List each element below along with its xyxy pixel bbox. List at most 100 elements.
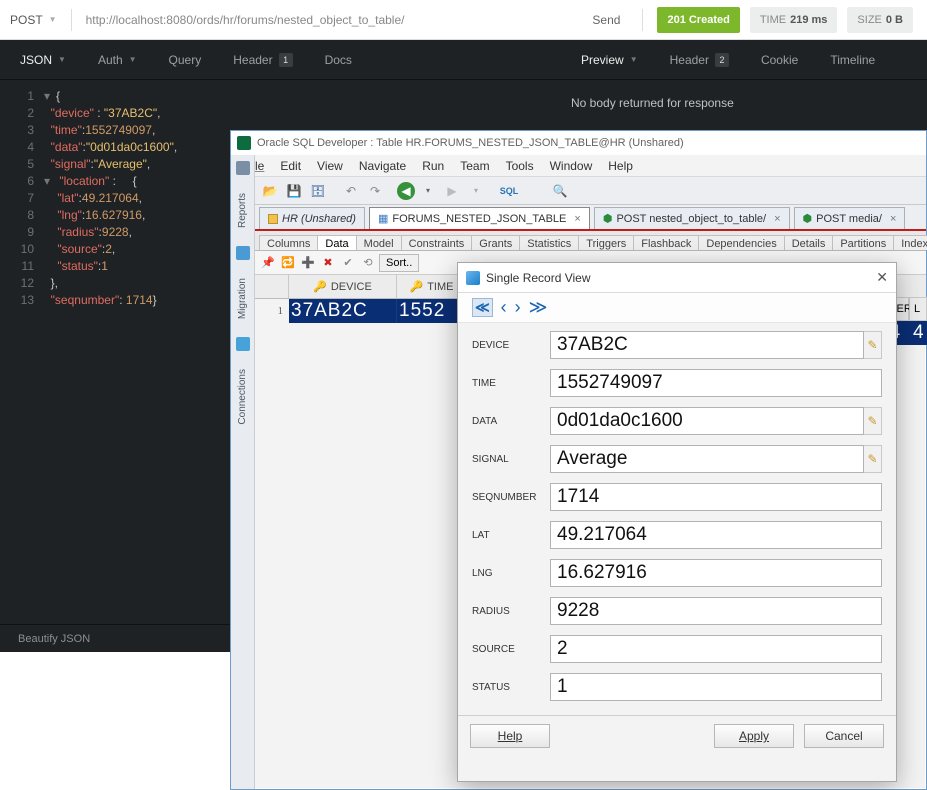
doc-tab-hr[interactable]: HR (Unshared) xyxy=(259,207,365,229)
tab-docs[interactable]: Docs xyxy=(309,40,368,80)
menu-tools[interactable]: Tools xyxy=(498,159,542,173)
send-button[interactable]: Send xyxy=(570,13,642,27)
menu-help[interactable]: Help xyxy=(600,159,641,173)
doc-tab-p1[interactable]: ⬢ POST nested_object_to_table/ × xyxy=(594,207,790,229)
refresh-icon[interactable]: 🔁 xyxy=(279,256,297,269)
add-row-icon[interactable]: ➕ xyxy=(299,256,317,269)
tab-header[interactable]: Header 1 xyxy=(217,40,308,80)
time-field[interactable]: 1552749097 xyxy=(550,369,882,397)
side-tab-connections[interactable]: Connections xyxy=(237,363,248,431)
cell-frag[interactable]: 4 xyxy=(909,321,927,345)
subtab-statistics[interactable]: Statistics xyxy=(519,235,579,250)
close-icon[interactable]: × xyxy=(574,213,580,225)
side-dock: Reports Migration Connections xyxy=(231,155,255,789)
key-icon: 🔑 xyxy=(410,280,424,293)
close-icon[interactable]: × xyxy=(890,213,896,225)
subtab-flashback[interactable]: Flashback xyxy=(633,235,699,250)
edit-icon[interactable]: ✎ xyxy=(864,331,882,359)
subtab-constraints[interactable]: Constraints xyxy=(401,235,473,250)
subtab-triggers[interactable]: Triggers xyxy=(578,235,634,250)
side-tab-reports[interactable]: Reports xyxy=(237,187,248,234)
pin-icon[interactable]: 📌 xyxy=(259,256,277,269)
side-tab-migration[interactable]: Migration xyxy=(237,272,248,325)
seqnumber-field[interactable]: 1714 xyxy=(550,483,882,511)
device-field[interactable]: 37AB2C xyxy=(550,331,864,359)
radius-field[interactable]: 9228 xyxy=(550,597,882,625)
signal-field[interactable]: Average xyxy=(550,445,864,473)
field-row-device: DEVICE 37AB2C ✎ xyxy=(472,331,882,359)
search-icon[interactable]: 🔍 xyxy=(549,180,571,202)
menu-view[interactable]: View xyxy=(309,159,351,173)
doc-tab-p2[interactable]: ⬢ POST media/ × xyxy=(794,207,906,229)
edit-icon[interactable]: ✎ xyxy=(864,445,882,473)
col-device[interactable]: 🔑DEVICE xyxy=(289,275,397,298)
tab-query[interactable]: Query xyxy=(153,40,218,80)
tab-json[interactable]: JSON ▼ xyxy=(4,40,82,80)
menu-team[interactable]: Team xyxy=(452,159,497,173)
subtab-indexes[interactable]: Indexes xyxy=(893,235,927,250)
tab-auth-label: Auth xyxy=(98,53,123,67)
field-label: TIME xyxy=(472,378,550,389)
source-field[interactable]: 2 xyxy=(550,635,882,663)
subtab-data[interactable]: Data xyxy=(317,235,356,250)
window-titlebar[interactable]: Oracle SQL Developer : Table HR.FORUMS_N… xyxy=(231,131,926,155)
col-frag[interactable]: L xyxy=(909,297,927,321)
next-record-icon[interactable]: › xyxy=(515,297,521,318)
menu-run[interactable]: Run xyxy=(414,159,452,173)
cell-device[interactable]: 37AB2C xyxy=(289,299,397,323)
subtab-partitions[interactable]: Partitions xyxy=(832,235,894,250)
help-button[interactable]: Help xyxy=(470,724,550,748)
menu-navigate[interactable]: Navigate xyxy=(351,159,414,173)
open-icon[interactable]: 📂 xyxy=(259,180,281,202)
time-value: 219 ms xyxy=(790,14,827,26)
tab-cookie[interactable]: Cookie xyxy=(745,40,814,80)
beautify-json-button[interactable]: Beautify JSON xyxy=(18,633,90,645)
sort-button[interactable]: Sort.. xyxy=(379,254,419,272)
apply-button[interactable]: Apply xyxy=(714,724,794,748)
delete-row-icon[interactable]: ✖ xyxy=(319,256,337,269)
field-label: LAT xyxy=(472,530,550,541)
subtab-details[interactable]: Details xyxy=(784,235,834,250)
worksheet-icon xyxy=(268,214,278,224)
http-method-select[interactable]: POST ▼ xyxy=(0,13,71,27)
saveall-icon[interactable]: 🗄 xyxy=(307,180,329,202)
back-menu-icon[interactable]: ▾ xyxy=(417,180,439,202)
status-field[interactable]: 1 xyxy=(550,673,882,701)
dialog-titlebar[interactable]: Single Record View ✕ xyxy=(458,263,896,293)
forward-icon[interactable]: ▶ xyxy=(441,180,463,202)
last-record-icon[interactable]: ≫ xyxy=(529,297,548,318)
sql-icon[interactable]: SQL xyxy=(498,180,520,202)
data-field[interactable]: 0d01da0c1600 xyxy=(550,407,864,435)
edit-icon[interactable]: ✎ xyxy=(864,407,882,435)
subtab-dependencies[interactable]: Dependencies xyxy=(698,235,784,250)
subtab-grants[interactable]: Grants xyxy=(471,235,520,250)
prev-record-icon[interactable]: ‹ xyxy=(501,297,507,318)
close-icon[interactable]: × xyxy=(774,213,780,225)
tab-timeline[interactable]: Timeline xyxy=(814,40,891,80)
lng-field[interactable]: 16.627916 xyxy=(550,559,882,587)
menu-edit[interactable]: Edit xyxy=(272,159,309,173)
tab-preview[interactable]: Preview ▼ xyxy=(565,40,654,80)
subtab-columns[interactable]: Columns xyxy=(259,235,318,250)
forward-menu-icon[interactable]: ▾ xyxy=(465,180,487,202)
lat-field[interactable]: 49.217064 xyxy=(550,521,882,549)
commit-icon[interactable]: ✔ xyxy=(339,256,357,269)
cancel-button[interactable]: Cancel xyxy=(804,724,884,748)
menu-window[interactable]: Window xyxy=(542,159,601,173)
dock-icon[interactable] xyxy=(236,246,250,260)
tab-resp-header[interactable]: Header 2 xyxy=(654,40,745,80)
close-icon[interactable]: ✕ xyxy=(876,269,888,286)
save-icon[interactable]: 💾 xyxy=(283,180,305,202)
tab-auth[interactable]: Auth ▼ xyxy=(82,40,153,80)
doc-tab-active[interactable]: ▦ FORUMS_NESTED_JSON_TABLE × xyxy=(369,207,590,229)
back-icon[interactable]: ◀ xyxy=(397,182,415,200)
request-url-input[interactable]: http://localhost:8080/ords/hr/forums/nes… xyxy=(72,13,571,27)
first-record-icon[interactable]: ≪ xyxy=(472,298,493,317)
redo-icon[interactable]: ↷ xyxy=(364,180,386,202)
undo-icon[interactable]: ↶ xyxy=(340,180,362,202)
dialog-icon xyxy=(466,271,480,285)
subtab-model[interactable]: Model xyxy=(356,235,402,250)
rollback-icon[interactable]: ⟲ xyxy=(359,256,377,269)
dock-icon[interactable] xyxy=(236,161,250,175)
dock-icon[interactable] xyxy=(236,337,250,351)
